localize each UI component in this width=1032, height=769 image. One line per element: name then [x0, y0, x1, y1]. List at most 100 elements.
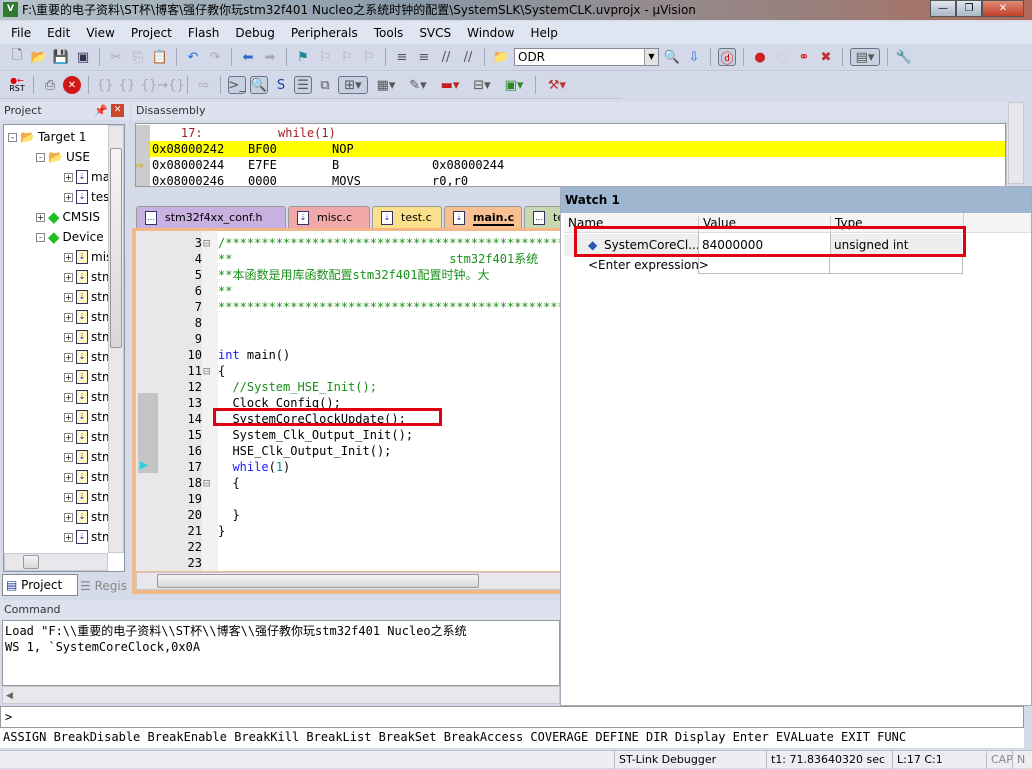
menu-view[interactable]: View [78, 26, 122, 40]
code-line[interactable]: 17 while(1) [136, 459, 562, 475]
expand-icon[interactable]: + [64, 172, 73, 182]
pin-icon[interactable]: 📌 [94, 102, 108, 120]
nav-back-icon[interactable]: ⬅ [239, 48, 257, 66]
memory-window-icon[interactable]: ▦▾ [372, 76, 400, 94]
close-panel-icon[interactable]: ✕ [111, 104, 124, 117]
code-line[interactable]: 20 } [136, 507, 562, 523]
code-line[interactable]: 15 System_Clk_Output_Init(); [136, 427, 562, 443]
close-button[interactable]: ✕ [982, 0, 1024, 17]
command-hscrollbar[interactable]: ◀ [2, 686, 560, 704]
fold-collapse-icon[interactable]: ⊟ [203, 235, 210, 251]
analysis-window-icon[interactable]: ▬▾ [436, 76, 464, 94]
serial-window-icon[interactable]: ✎▾ [404, 76, 432, 94]
menu-svcs[interactable]: SVCS [411, 26, 459, 40]
save-icon[interactable]: 💾 [52, 48, 70, 66]
project-tree-vscrollbar[interactable] [108, 125, 124, 553]
bookmark-prev-icon[interactable]: ⚐ [316, 48, 334, 66]
indent-icon[interactable]: ≡ [393, 48, 411, 66]
code-line[interactable]: 19 [136, 491, 562, 507]
disassembly-view[interactable]: 17: while(1) 0x08000242 BF00 NOP ⇨ 0x08000244 E… [135, 123, 1006, 187]
menu-flash[interactable]: Flash [180, 26, 227, 40]
tab-registers[interactable]: ☰ Regis... [80, 576, 128, 596]
new-file-icon[interactable]: 🗋 [8, 48, 26, 66]
bookmark-next-icon[interactable]: ⚐ [338, 48, 356, 66]
step-over-icon[interactable]: {} [118, 76, 136, 94]
command-window-icon[interactable]: >_ [228, 76, 246, 94]
collapse-icon[interactable]: - [8, 132, 17, 142]
menu-peripherals[interactable]: Peripherals [283, 26, 366, 40]
paste-icon[interactable]: 📋 [151, 48, 169, 66]
expand-icon[interactable]: + [64, 472, 73, 482]
fold-collapse-icon[interactable]: ⊟ [203, 475, 210, 491]
symbols-window-icon[interactable]: S [272, 76, 290, 94]
menu-debug[interactable]: Debug [227, 26, 282, 40]
tab-misc-c[interactable]: ⇣ misc.c [288, 206, 370, 228]
expand-icon[interactable]: + [64, 192, 73, 202]
menu-help[interactable]: Help [522, 26, 565, 40]
minimize-button[interactable]: — [930, 0, 956, 17]
incremental-find-icon[interactable]: ⇩ [685, 48, 703, 66]
menu-file[interactable]: File [3, 26, 39, 40]
open-folder-icon[interactable]: 📂 [30, 48, 48, 66]
code-line[interactable]: 8 [136, 315, 562, 331]
disassembly-line[interactable]: 0x08000242 BF00 NOP [136, 141, 1005, 157]
expand-icon[interactable]: + [64, 492, 73, 502]
copy-icon[interactable]: ⎘ [129, 48, 147, 66]
expand-icon[interactable]: + [64, 532, 73, 542]
find-in-files-icon[interactable]: 📁 [492, 48, 510, 66]
code-line[interactable]: 16 HSE_Clk_Output_Init(); [136, 443, 562, 459]
expand-icon[interactable]: + [64, 332, 73, 342]
breakpoint-kill-all-icon[interactable]: ✖ [817, 48, 835, 66]
system-viewer-icon[interactable]: ▣▾ [500, 76, 528, 94]
redo-icon[interactable]: ↷ [206, 48, 224, 66]
enter-expression-row[interactable]: <Enter expression> [564, 256, 963, 276]
chevron-down-icon[interactable]: ▼ [644, 49, 658, 65]
uncomment-icon[interactable]: // [459, 48, 477, 66]
expand-icon[interactable]: + [64, 512, 73, 522]
find-icon[interactable]: 🔍 [663, 48, 681, 66]
menu-project[interactable]: Project [123, 26, 180, 40]
project-tree-hscrollbar[interactable] [4, 553, 108, 571]
run-to-cursor-icon[interactable]: →{} [157, 76, 184, 94]
disassembly-window-icon[interactable]: 🔍 [250, 76, 268, 94]
undo-icon[interactable]: ↶ [184, 48, 202, 66]
menu-window[interactable]: Window [459, 26, 522, 40]
stop-icon[interactable]: ✕ [63, 76, 81, 94]
breakpoint-icon[interactable]: ● [751, 48, 769, 66]
cut-icon[interactable]: ✂ [107, 48, 125, 66]
expand-icon[interactable]: + [64, 292, 73, 302]
breakpoint-disable-icon[interactable]: ○ [773, 48, 791, 66]
step-into-icon[interactable]: {} [96, 76, 114, 94]
code-line[interactable]: 4 ** stm32f401系统 [136, 251, 562, 267]
code-line[interactable]: 12 //System_HSE_Init(); [136, 379, 562, 395]
maximize-button[interactable]: ❐ [956, 0, 982, 17]
bookmark-icon[interactable]: ⚑ [294, 48, 312, 66]
expand-icon[interactable]: + [64, 452, 73, 462]
code-line[interactable]: 6 ** [136, 283, 562, 299]
code-line[interactable]: 11 ⊟ { [136, 363, 562, 379]
code-line[interactable]: 7 ***************************************… [136, 299, 562, 315]
code-editor[interactable]: ▶ 3 ⊟/***********************************… [136, 231, 562, 571]
expand-icon[interactable]: + [64, 372, 73, 382]
command-input[interactable]: > [0, 706, 1024, 728]
find-combo[interactable]: ODR ▼ [514, 48, 659, 66]
window-layout-icon[interactable]: ▤▾ [850, 48, 880, 66]
nav-forward-icon[interactable]: ➡ [261, 48, 279, 66]
expand-icon[interactable]: + [64, 412, 73, 422]
tree-item[interactable]: - ◆ Device [36, 227, 104, 247]
code-line[interactable]: 21} [136, 523, 562, 539]
tab-stm32f4xx_conf-h[interactable]: … stm32f4xx_conf.h [136, 206, 286, 228]
disassembly-line[interactable]: ⇨ 0x08000244 E7FE B 0x08000244 [136, 157, 1005, 173]
call-stack-icon[interactable]: ⧉ [316, 76, 334, 94]
fold-collapse-icon[interactable]: ⊟ [203, 363, 210, 379]
comment-icon[interactable]: // [437, 48, 455, 66]
save-all-icon[interactable]: ▣ [74, 48, 92, 66]
collapse-icon[interactable]: - [36, 232, 45, 242]
expand-icon[interactable]: + [64, 432, 73, 442]
expand-icon[interactable]: + [36, 212, 45, 222]
run-icon[interactable]: ⎙ [41, 76, 59, 94]
expand-icon[interactable]: + [64, 352, 73, 362]
expand-icon[interactable]: + [64, 312, 73, 322]
reset-icon[interactable]: ●← RST [8, 76, 26, 94]
tree-item[interactable]: + ◆ CMSIS [36, 207, 100, 227]
